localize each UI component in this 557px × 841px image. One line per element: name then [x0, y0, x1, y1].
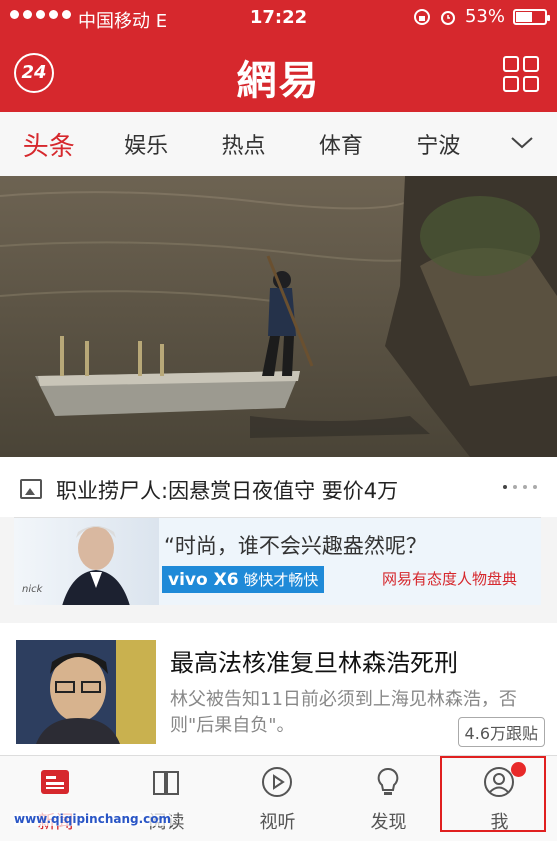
nav-news[interactable]: 新闻: [0, 756, 111, 841]
alarm-icon: [440, 10, 455, 25]
me-highlight-box: [440, 756, 546, 832]
comment-count-badge[interactable]: 4.6万跟贴: [457, 717, 545, 747]
carousel-pager: [503, 485, 537, 489]
battery-percent: 53%: [464, 6, 505, 27]
rotation-lock-icon: [413, 8, 430, 25]
hero-image[interactable]: [0, 176, 557, 457]
book-icon: [153, 771, 179, 795]
tab-ningbo[interactable]: 宁波: [390, 128, 487, 160]
ad-vivo-tagline: 够快才畅快: [243, 571, 319, 589]
hero-title: 职业捞尸人:因悬赏日夜值守 要价4万: [56, 479, 399, 503]
news-item[interactable]: 最高法核准复旦林森浩死刑 林父被告知11日前必须到上海见林森浩，否则"后果自负"…: [0, 623, 557, 756]
tab-hot[interactable]: 热点: [195, 128, 292, 160]
play-icon: [262, 767, 292, 797]
pager-dot: [533, 485, 537, 489]
notification-badge: [511, 762, 526, 777]
image-icon: [20, 479, 42, 499]
nav-video-label: 视听: [259, 812, 296, 833]
ad-slogan: “时尚，谁不会兴趣盎然呢？: [164, 534, 427, 558]
chevron-down-icon[interactable]: [487, 132, 557, 157]
battery-icon: [513, 8, 550, 25]
hero-caption[interactable]: 职业捞尸人:因悬赏日夜值守 要价4万: [0, 457, 557, 517]
tab-headline[interactable]: 头条: [0, 126, 97, 163]
pager-dot: [503, 485, 507, 489]
channel-tabs: 头条 娱乐 热点 体育 宁波: [0, 112, 557, 177]
nav-discover-label: 发现: [370, 812, 407, 833]
watermark: www.qiqipinchang.com: [14, 812, 172, 826]
ad-nick: nick: [22, 584, 43, 595]
status-bar: 中国移动 E 17:22 53%: [0, 0, 557, 36]
news-icon: [41, 770, 69, 794]
ad-vivo-label: vivo X6: [168, 570, 239, 590]
tab-entertainment[interactable]: 娱乐: [97, 128, 194, 160]
ad-vivo-tag: vivo X6 够快才畅快: [162, 566, 325, 593]
tab-sports[interactable]: 体育: [292, 128, 389, 160]
nav-video[interactable]: 视听: [222, 756, 333, 841]
pager-dot: [523, 485, 527, 489]
ad-banner[interactable]: nick “时尚，谁不会兴趣盎然呢？ vivo X6 够快才畅快 网易有态度人物…: [14, 517, 541, 606]
news-thumbnail: [16, 640, 156, 744]
pager-dot: [513, 485, 517, 489]
news-title: 最高法核准复旦林森浩死刑: [170, 649, 458, 677]
nav-discover[interactable]: 发现: [333, 756, 444, 841]
app-header: 24 網易: [0, 36, 557, 112]
app-logo: 網易: [236, 57, 321, 104]
ad-brand: 网易有态度人物盘典: [382, 570, 518, 588]
lightbulb-icon: [377, 767, 399, 795]
grid-menu-icon[interactable]: [503, 56, 539, 92]
nav-read[interactable]: 阅读: [111, 756, 222, 841]
section-divider: [0, 605, 557, 623]
